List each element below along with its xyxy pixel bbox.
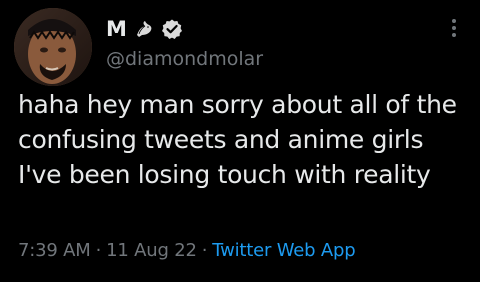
avatar[interactable] [14,8,92,86]
more-options-icon[interactable] [442,16,466,40]
tweet-source-link[interactable]: Twitter Web App [212,240,355,261]
meta-separator: · [201,240,208,261]
verified-badge-icon [161,18,183,40]
author-handle[interactable]: @diamondmolar [106,47,263,71]
avatar-image [14,8,92,86]
author-name-row: M [106,14,183,44]
meta-separator: · [95,240,102,261]
tweet-time[interactable]: 7:39 AM [18,240,91,261]
display-name[interactable]: M [106,16,127,42]
tweet-card: M @diamondmolar haha hey man sorry about… [0,0,480,282]
tweet-meta: 7:39 AM · 11 Aug 22 · Twitter Web App [18,238,356,264]
dove-icon [133,18,155,40]
tweet-text: haha hey man sorry about all of the conf… [18,90,457,189]
tweet-date[interactable]: 11 Aug 22 [106,240,197,261]
